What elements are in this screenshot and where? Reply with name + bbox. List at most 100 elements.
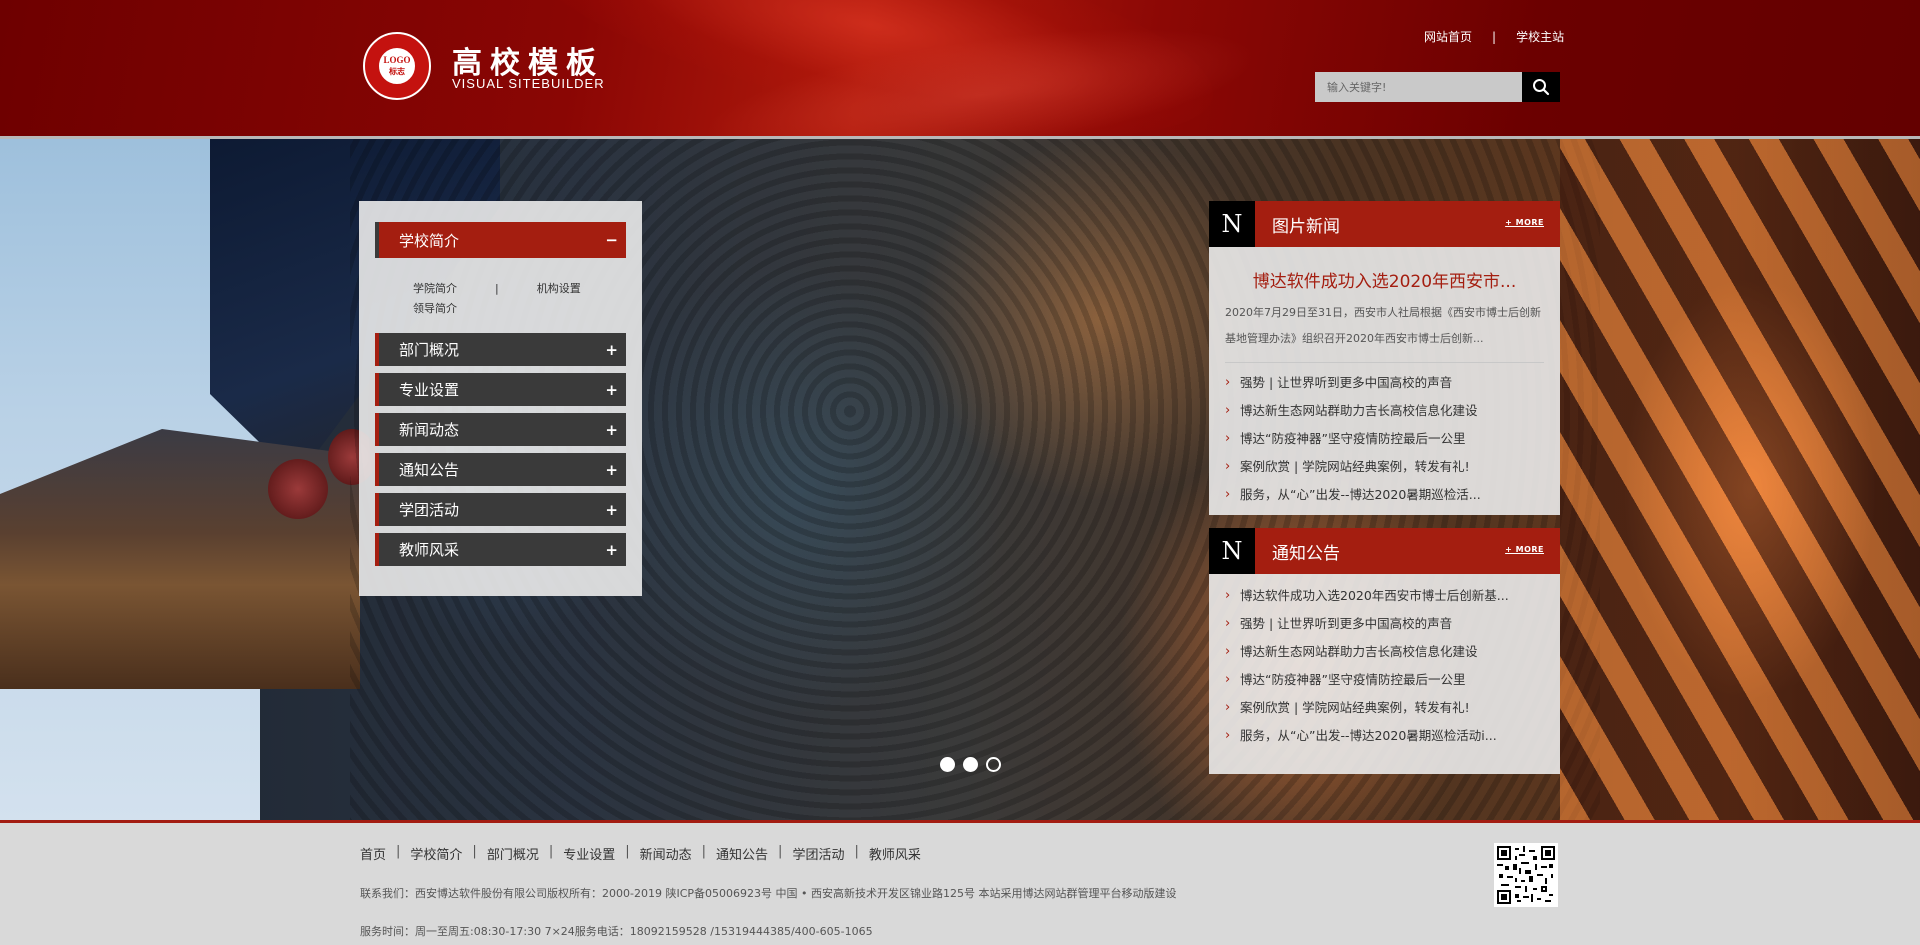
sidebar-item-label: 学团活动 (399, 501, 460, 519)
search-icon (1533, 79, 1550, 96)
expand-icon[interactable]: + (605, 501, 618, 519)
sidebar-item-student-activities[interactable]: 学团活动 + (375, 493, 626, 526)
sidebar-item-notices[interactable]: 通知公告 + (375, 453, 626, 486)
site-subtitle: VISUAL SITEBUILDER (452, 76, 605, 91)
chevron-right-icon: › (1225, 459, 1231, 474)
footer-link-news[interactable]: 新闻动态 (640, 844, 692, 863)
expand-icon[interactable]: + (605, 461, 618, 479)
more-link[interactable]: + MORE (1505, 218, 1544, 227)
search-bar (1315, 72, 1560, 102)
sublink-college-intro[interactable]: 学院简介 (413, 277, 457, 301)
n-badge-icon: N (1209, 528, 1255, 574)
news-link[interactable]: 博达新生态网站群助力吉长高校信息化建设 (1240, 397, 1478, 425)
top-link-home[interactable]: 网站首页 (1424, 28, 1472, 45)
sidebar-item-label: 学校简介 (399, 231, 460, 250)
chevron-right-icon: › (1225, 403, 1231, 418)
news-list: › 强势 | 让世界听到更多中国高校的声音 › 博达新生态网站群助力吉长高校信息化建… (1209, 363, 1560, 509)
notice-list: › 博达软件成功入选2020年西安市博士后创新基... › 强势 | 让世界听到更多… (1209, 574, 1560, 750)
footer-link-notices[interactable]: 通知公告 (716, 844, 768, 863)
panel-title: 图片新闻 (1272, 216, 1340, 237)
expand-icon[interactable]: + (605, 341, 618, 359)
footer-separator: | (701, 844, 707, 859)
expand-icon[interactable]: + (605, 541, 618, 559)
site-footer: 首页 | 学校简介 | 部门概况 | 专业设置 | 新闻动态 | 通知公告 | … (0, 823, 1920, 945)
logo-seal-cn: 标志 (389, 67, 405, 76)
sidebar-item-majors[interactable]: 专业设置 + (375, 373, 626, 406)
list-item[interactable]: › 强势 | 让世界听到更多中国高校的声音 (1225, 369, 1544, 397)
site-header: LOGO 标志 高校模板 VISUAL SITEBUILDER 网站首页 | 学… (0, 0, 1920, 136)
carousel-dot-active[interactable] (986, 757, 1001, 772)
notice-link[interactable]: 案例欣赏 | 学院网站经典案例，转发有礼! (1240, 694, 1470, 722)
list-item[interactable]: › 服务，从“心”出发--博达2020暑期巡检活... (1225, 481, 1544, 509)
news-link[interactable]: 案例欣赏 | 学院网站经典案例，转发有礼! (1240, 453, 1470, 481)
footer-nav: 首页 | 学校简介 | 部门概况 | 专业设置 | 新闻动态 | 通知公告 | … (360, 844, 921, 863)
top-link-main-site[interactable]: 学校主站 (1516, 28, 1564, 45)
sidebar-item-departments[interactable]: 部门概况 + (375, 333, 626, 366)
footer-link-home[interactable]: 首页 (360, 844, 386, 863)
top-link-separator: | (1492, 29, 1497, 44)
collapse-icon[interactable]: − (605, 231, 618, 249)
list-item[interactable]: › 博达新生态网站群助力吉长高校信息化建设 (1225, 397, 1544, 425)
list-item[interactable]: › 博达“防疫神器”坚守疫情防控最后一公里 (1225, 425, 1544, 453)
carousel-dots (940, 757, 1001, 772)
logo-seal-text: LOGO (383, 55, 411, 65)
search-button[interactable] (1522, 72, 1560, 102)
chevron-right-icon: › (1225, 431, 1231, 446)
news-link[interactable]: 强势 | 让世界听到更多中国高校的声音 (1240, 369, 1452, 397)
expand-icon[interactable]: + (605, 421, 618, 439)
notice-link[interactable]: 博达新生态网站群助力吉长高校信息化建设 (1240, 638, 1478, 666)
footer-service-info: 服务时间：周一至周五:08:30-17:30 7×24服务电话：18092159… (360, 925, 873, 938)
left-nav-panel: 学校简介 − 学院简介 | 机构设置 领导简介 部门概况 + 专业设置 + 新闻… (359, 201, 642, 596)
chevron-right-icon: › (1225, 728, 1231, 743)
list-item[interactable]: › 博达新生态网站群助力吉长高校信息化建设 (1225, 638, 1544, 666)
list-item[interactable]: › 案例欣赏 | 学院网站经典案例，转发有礼! (1225, 694, 1544, 722)
carousel-dot[interactable] (940, 757, 955, 772)
sublink-leadership[interactable]: 领导简介 (413, 301, 457, 317)
panel-header: N 图片新闻 + MORE (1209, 201, 1560, 247)
n-badge-icon: N (1209, 201, 1255, 247)
chevron-right-icon: › (1225, 375, 1231, 390)
sidebar-item-teachers[interactable]: 教师风采 + (375, 533, 626, 566)
footer-link-teachers[interactable]: 教师风采 (869, 844, 921, 863)
logo-seal-inner: LOGO 标志 (377, 46, 417, 86)
expand-icon[interactable]: + (605, 381, 618, 399)
list-item[interactable]: › 服务，从“心”出发--博达2020暑期巡检活动i... (1225, 722, 1544, 750)
footer-separator: | (548, 844, 554, 859)
more-link[interactable]: + MORE (1505, 545, 1544, 554)
list-item[interactable]: › 博达“防疫神器”坚守疫情防控最后一公里 (1225, 666, 1544, 694)
panel-title: 通知公告 (1272, 543, 1340, 564)
footer-separator: | (472, 844, 477, 859)
footer-link-school-intro[interactable]: 学校简介 (410, 844, 462, 863)
footer-separator: | (625, 844, 630, 859)
chevron-right-icon: › (1225, 672, 1231, 687)
featured-news-summary: 2020年7月29日至31日，西安市人社局根据《西安市博士后创新基地管理办法》组… (1225, 306, 1541, 345)
chevron-right-icon: › (1225, 588, 1231, 603)
footer-link-departments[interactable]: 部门概况 (487, 844, 539, 863)
qr-code-icon (1494, 843, 1558, 907)
notice-link[interactable]: 博达“防疫神器”坚守疫情防控最后一公里 (1240, 666, 1465, 694)
news-link[interactable]: 博达“防疫神器”坚守疫情防控最后一公里 (1240, 425, 1465, 453)
notice-link[interactable]: 强势 | 让世界听到更多中国高校的声音 (1240, 610, 1452, 638)
footer-separator: | (854, 844, 859, 859)
list-item[interactable]: › 强势 | 让世界听到更多中国高校的声音 (1225, 610, 1544, 638)
sidebar-item-school-intro[interactable]: 学校简介 − (375, 222, 626, 258)
panel-header: N 通知公告 + MORE (1209, 528, 1560, 574)
sidebar-item-label: 教师风采 (399, 541, 460, 559)
notices-panel: N 通知公告 + MORE › 博达软件成功入选2020年西安市博士后创新基...… (1209, 528, 1560, 774)
notice-link[interactable]: 博达软件成功入选2020年西安市博士后创新基... (1240, 582, 1509, 610)
footer-link-majors[interactable]: 专业设置 (563, 844, 615, 863)
notice-link[interactable]: 服务，从“心”出发--博达2020暑期巡检活动i... (1240, 722, 1497, 750)
featured-news-title[interactable]: 博达软件成功入选2020年西安市... (1209, 247, 1560, 292)
sidebar-item-label: 通知公告 (399, 461, 460, 479)
sidebar-item-news[interactable]: 新闻动态 + (375, 413, 626, 446)
list-item[interactable]: › 案例欣赏 | 学院网站经典案例，转发有礼! (1225, 453, 1544, 481)
search-input[interactable] (1315, 72, 1522, 102)
carousel-dot[interactable] (963, 757, 978, 772)
list-item[interactable]: › 博达软件成功入选2020年西安市博士后创新基... (1225, 582, 1544, 610)
sidebar-sublinks: 学院简介 | 机构设置 领导简介 (375, 258, 626, 333)
footer-copyright: 联系我们：西安博达软件股份有限公司版权所有：2000-2019 陕ICP备050… (360, 887, 1177, 900)
footer-link-student-activities[interactable]: 学团活动 (792, 844, 844, 863)
news-link[interactable]: 服务，从“心”出发--博达2020暑期巡检活... (1240, 481, 1481, 509)
school-logo[interactable]: LOGO 标志 (363, 32, 431, 100)
sublink-org-structure[interactable]: 机构设置 (537, 277, 581, 301)
